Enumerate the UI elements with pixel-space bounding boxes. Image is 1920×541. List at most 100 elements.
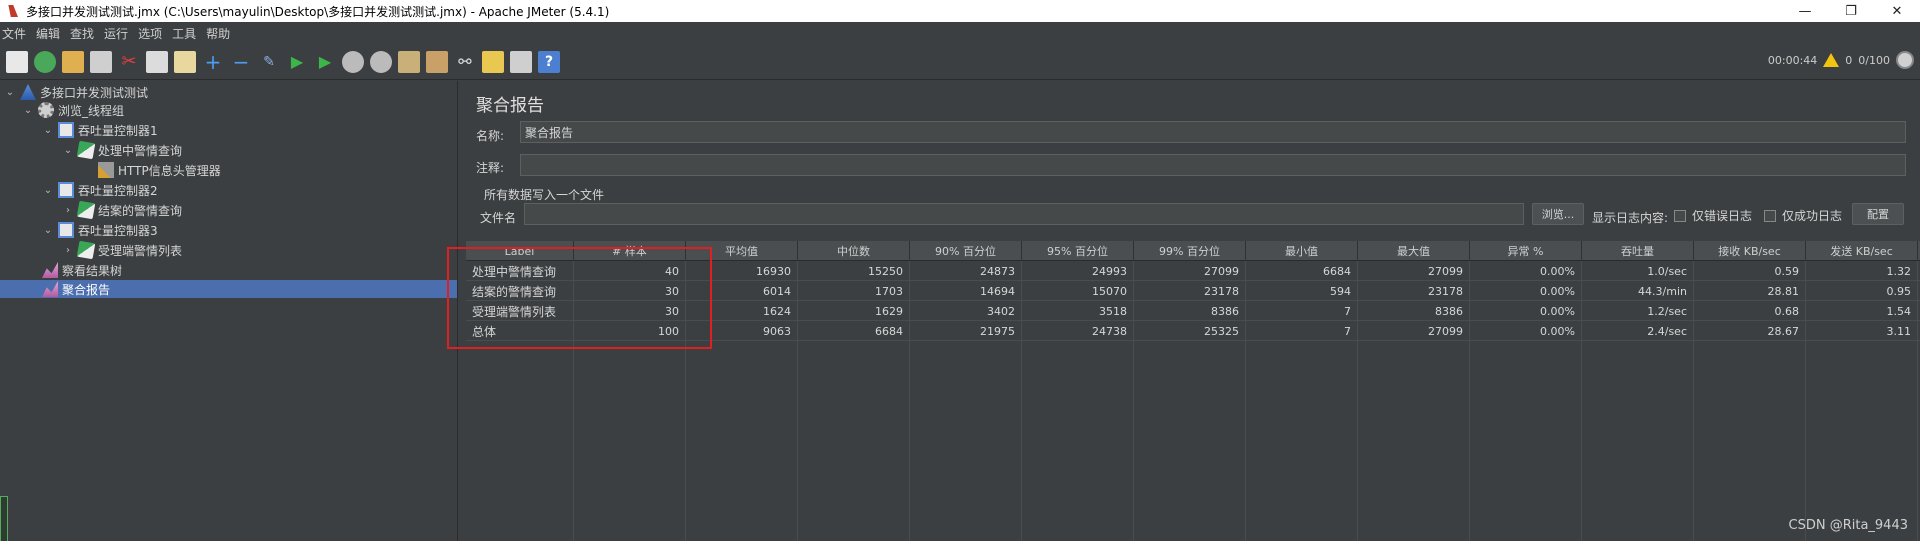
table-cell: 28.67	[1694, 321, 1806, 341]
copy-icon[interactable]	[146, 50, 168, 73]
maximize-icon[interactable]: ❐	[1828, 0, 1874, 22]
comment-field[interactable]	[520, 154, 1906, 176]
search-binoculars-icon[interactable]: ⚯	[454, 51, 476, 73]
table-cell: 7	[1246, 301, 1358, 321]
table-cell: 27099	[1358, 261, 1470, 281]
tree-node-controller-3[interactable]: ⌄ 吞吐量控制器3	[42, 221, 158, 239]
tree-node-aggregate-report[interactable]: 聚合报告	[0, 280, 457, 298]
help-icon[interactable]: ?	[538, 50, 560, 73]
table-cell: 0.00%	[1470, 261, 1582, 281]
column-header[interactable]: 接收 KB/sec	[1694, 241, 1806, 261]
configure-button[interactable]: 配置	[1852, 203, 1904, 225]
tree-node-thread-group[interactable]: ⌄ 浏览_线程组	[22, 101, 124, 119]
chevron-down-icon[interactable]: ⌄	[42, 125, 54, 136]
tree-node-sampler-closed[interactable]: › 结案的警情查询	[62, 200, 182, 220]
table-cell: 24873	[910, 261, 1022, 281]
chevron-down-icon[interactable]: ⌄	[62, 145, 74, 156]
success-only-checkbox[interactable]: 仅成功日志	[1764, 207, 1842, 224]
chevron-down-icon[interactable]: ⌄	[42, 185, 54, 196]
menu-run[interactable]: 运行	[104, 25, 128, 42]
filename-field[interactable]	[524, 203, 1524, 225]
table-cell: 1629	[798, 301, 910, 321]
column-header[interactable]: 99% 百分位	[1134, 241, 1246, 261]
table-cell: 27099	[1134, 261, 1246, 281]
menu-help[interactable]: 帮助	[206, 25, 230, 42]
table-cell: 14694	[910, 281, 1022, 301]
tree-node-view-results[interactable]: 察看结果树	[42, 261, 122, 279]
sampler-icon	[76, 240, 96, 260]
tree-node-test-plan[interactable]: ⌄ 多接口并发测试测试	[4, 83, 148, 101]
chevron-down-icon[interactable]: ⌄	[4, 87, 16, 98]
save-icon[interactable]	[90, 50, 112, 73]
listener-icon	[42, 262, 58, 278]
chevron-right-icon[interactable]: ›	[62, 245, 74, 256]
remote-globe-icon[interactable]	[1896, 51, 1914, 69]
column-header[interactable]: 中位数	[798, 241, 910, 261]
chevron-down-icon[interactable]: ⌄	[42, 225, 54, 236]
table-cell: 1.32	[1806, 261, 1918, 281]
menu-tools[interactable]: 工具	[172, 25, 196, 42]
errors-only-checkbox[interactable]: 仅错误日志	[1674, 207, 1752, 224]
tree-node-controller-1[interactable]: ⌄ 吞吐量控制器1	[42, 121, 158, 139]
table-cell: 23178	[1358, 281, 1470, 301]
collapse-icon[interactable]: −	[230, 50, 252, 74]
column-header[interactable]: 90% 百分位	[910, 241, 1022, 261]
menu-bar: 文件 编辑 查找 运行 选项 工具 帮助	[0, 22, 1920, 44]
paste-icon[interactable]	[174, 50, 196, 73]
toggle-icon[interactable]: ✎	[258, 51, 280, 73]
table-cell: 6684	[1246, 261, 1358, 281]
tree-node-label: 聚合报告	[62, 282, 111, 297]
templates-icon[interactable]	[34, 50, 56, 73]
reset-search-icon[interactable]	[482, 50, 504, 73]
column-header[interactable]: 最大值	[1358, 241, 1470, 261]
thread-group-icon	[38, 102, 54, 118]
checkbox-box[interactable]	[1674, 209, 1686, 222]
menu-edit[interactable]: 编辑	[36, 25, 60, 42]
tree-node-sampler-processing[interactable]: ⌄ 处理中警情查询	[62, 140, 182, 160]
minimize-icon[interactable]: —	[1782, 0, 1828, 22]
chevron-right-icon[interactable]: ›	[62, 205, 74, 216]
column-header[interactable]: 最小值	[1246, 241, 1358, 261]
column-header[interactable]: 95% 百分位	[1022, 241, 1134, 261]
table-cell: 25325	[1134, 321, 1246, 341]
table-cell: 44.3/min	[1582, 281, 1694, 301]
shutdown-icon[interactable]	[370, 50, 392, 73]
tree-node-sampler-list[interactable]: › 受理端警情列表	[62, 240, 182, 260]
stop-icon[interactable]	[342, 50, 364, 73]
table-cell: 2.4/sec	[1582, 321, 1694, 341]
column-header[interactable]: 发送 KB/sec	[1806, 241, 1918, 261]
test-plan-tree: ⌄ 多接口并发测试测试 ⌄ 浏览_线程组 ⌄ 吞吐量控制器1 ⌄ 处理中警情查询…	[0, 81, 458, 541]
expand-icon[interactable]: +	[202, 50, 224, 74]
tree-node-label: HTTP信息头管理器	[118, 163, 221, 178]
table-cell: 15070	[1022, 281, 1134, 301]
menu-options[interactable]: 选项	[138, 25, 162, 42]
open-icon[interactable]	[62, 50, 84, 73]
menu-file[interactable]: 文件	[2, 25, 26, 42]
menu-search[interactable]: 查找	[70, 25, 94, 42]
column-header[interactable]: 吞吐量	[1582, 241, 1694, 261]
function-helper-icon[interactable]	[510, 50, 532, 73]
chevron-down-icon[interactable]: ⌄	[22, 105, 34, 116]
start-icon[interactable]: ▶	[286, 51, 308, 73]
table-cell: 3518	[1022, 301, 1134, 321]
controller-icon	[58, 222, 74, 238]
checkbox-box[interactable]	[1764, 209, 1776, 222]
new-icon[interactable]	[6, 50, 28, 73]
tree-node-controller-2[interactable]: ⌄ 吞吐量控制器2	[42, 181, 158, 199]
tree-node-header-manager[interactable]: HTTP信息头管理器	[98, 161, 221, 179]
toolbar: ✂ + − ✎ ▶ ▶ ⚯ ? 00:00:44 0 0/100	[0, 44, 1920, 80]
table-cell: 21975	[910, 321, 1022, 341]
splitter-handle[interactable]	[0, 496, 8, 541]
window-controls: — ❐ ✕	[1782, 0, 1920, 22]
clear-icon[interactable]	[398, 50, 420, 73]
close-icon[interactable]: ✕	[1874, 0, 1920, 22]
clear-all-icon[interactable]	[426, 50, 448, 73]
filename-label: 文件名	[480, 211, 517, 225]
warning-icon[interactable]	[1823, 53, 1840, 67]
column-header[interactable]: 异常 %	[1470, 241, 1582, 261]
cut-icon[interactable]: ✂	[118, 51, 140, 73]
name-field[interactable]: 聚合报告	[520, 121, 1906, 143]
start-no-pauses-icon[interactable]: ▶	[314, 51, 336, 73]
browse-button[interactable]: 浏览...	[1532, 203, 1584, 225]
sampler-icon	[76, 140, 96, 160]
